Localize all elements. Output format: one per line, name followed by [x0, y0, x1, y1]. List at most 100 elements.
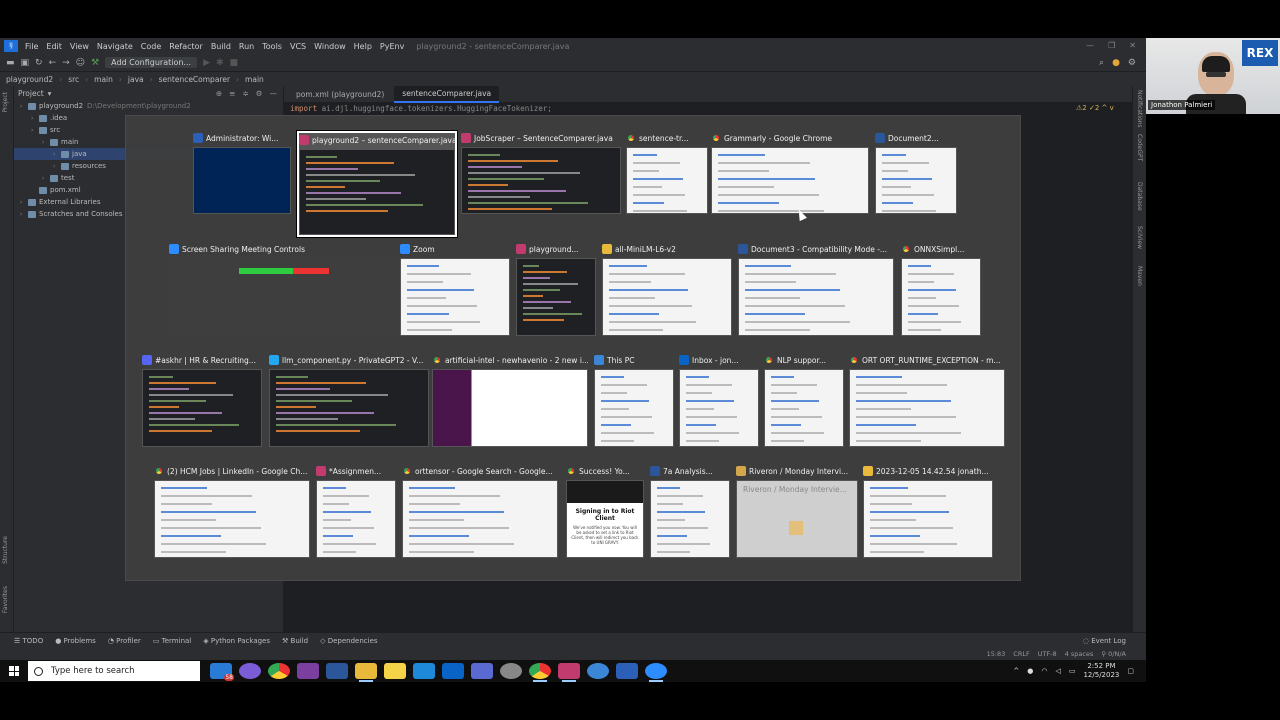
- tree-toggle-icon[interactable]: ›: [31, 127, 39, 134]
- switcher-window[interactable]: #askhr | HR & Recruiting...: [142, 353, 262, 447]
- switcher-window[interactable]: Screen Sharing Meeting Controls: [169, 242, 399, 336]
- maven-tool-tab[interactable]: Maven: [1136, 266, 1143, 286]
- breadcrumb-item[interactable]: sentenceComparer: [159, 75, 230, 84]
- zoom-icon[interactable]: [645, 663, 667, 682]
- close-icon[interactable]: ✕: [1129, 38, 1136, 54]
- tree-toggle-icon[interactable]: ›: [20, 199, 28, 206]
- chevron-down-icon[interactable]: ▾: [48, 89, 52, 98]
- switcher-window[interactable]: ONNXSimpl...: [901, 242, 981, 336]
- breadcrumb-item[interactable]: main: [245, 75, 264, 84]
- switcher-window[interactable]: (2) HCM Jobs | LinkedIn - Google Ch...: [154, 464, 310, 558]
- intellij-icon[interactable]: IJ: [4, 40, 18, 52]
- switcher-window[interactable]: Riveron / Monday Intervi... Riveron / Mon…: [736, 464, 858, 558]
- add-configuration-button[interactable]: Add Configuration...: [105, 57, 198, 68]
- tree-toggle-icon[interactable]: ›: [20, 103, 28, 110]
- keyboard-icon[interactable]: ▭: [1069, 667, 1076, 675]
- notifications-tool-tab[interactable]: Notifications: [1136, 90, 1143, 128]
- switcher-window[interactable]: JobScraper – SentenceComparer.java: [461, 131, 621, 214]
- tool-python-packages[interactable]: ◈ Python Packages: [203, 637, 270, 645]
- hide-icon[interactable]: —: [270, 89, 278, 98]
- database-tool-tab[interactable]: Database: [1136, 182, 1143, 211]
- switcher-window[interactable]: playground...: [516, 242, 596, 336]
- folder-icon[interactable]: ▬: [6, 58, 15, 68]
- breadcrumb-item[interactable]: main: [94, 75, 113, 84]
- sigma-icon[interactable]: [587, 663, 609, 679]
- switcher-window[interactable]: playground2 – sentenceComparer.java: [296, 130, 458, 238]
- widgets-icon[interactable]: 58: [210, 663, 234, 681]
- user-icon[interactable]: ☺: [76, 58, 85, 68]
- menu-refactor[interactable]: Refactor: [165, 42, 207, 51]
- tool-todo[interactable]: ☰ TODO: [14, 637, 43, 645]
- vscode-icon[interactable]: [413, 663, 435, 679]
- tree-toggle-icon[interactable]: ›: [53, 151, 61, 158]
- menu-run[interactable]: Run: [235, 42, 258, 51]
- menu-file[interactable]: File: [21, 42, 42, 51]
- switcher-window[interactable]: llm_component.py - PrivateGPT2 - V...: [269, 353, 429, 447]
- notifications-icon[interactable]: ▢: [1127, 667, 1134, 675]
- tool-dependencies[interactable]: ◇ Dependencies: [320, 637, 377, 645]
- tool-profiler[interactable]: ◔ Profiler: [108, 637, 141, 645]
- status-line-ending[interactable]: CRLF: [1013, 650, 1029, 658]
- tree-toggle-icon[interactable]: ›: [20, 211, 28, 218]
- save-icon[interactable]: ▣: [21, 58, 30, 68]
- menu-navigate[interactable]: Navigate: [93, 42, 137, 51]
- tool-problems[interactable]: ● Problems: [55, 637, 96, 645]
- switcher-window[interactable]: orttensor - Google Search - Google...: [402, 464, 558, 558]
- inspection-widget[interactable]: ⚠2 ✓2 ^ v: [1076, 104, 1114, 112]
- updates-icon[interactable]: ●: [1112, 58, 1120, 68]
- tray-chevron-icon[interactable]: ^: [1013, 667, 1019, 675]
- chrome-alt-icon[interactable]: [239, 663, 261, 679]
- run-icon[interactable]: ▶: [203, 58, 210, 68]
- switcher-window[interactable]: 2023-12-05 14.42.54 jonath...: [863, 464, 993, 558]
- switcher-window[interactable]: Inbox - jon...: [679, 353, 759, 447]
- clock[interactable]: 2:52 PM 12/5/2023: [1083, 662, 1119, 680]
- forward-icon[interactable]: →: [62, 58, 70, 68]
- switcher-window[interactable]: *Assignmen...: [316, 464, 396, 558]
- menu-code[interactable]: Code: [137, 42, 165, 51]
- switcher-window[interactable]: Grammarly - Google Chrome: [711, 131, 869, 214]
- switcher-window[interactable]: 7a Analysis...: [650, 464, 730, 558]
- project-title[interactable]: Project: [18, 89, 44, 98]
- back-icon[interactable]: ←: [49, 58, 57, 68]
- tree-toggle-icon[interactable]: ›: [53, 163, 61, 170]
- structure-tool-tab[interactable]: Structure: [2, 536, 9, 564]
- chrome-active-icon[interactable]: [529, 663, 551, 682]
- stop-icon[interactable]: ■: [230, 58, 239, 68]
- debug-icon[interactable]: ✱: [216, 58, 224, 68]
- expand-all-icon[interactable]: ≡: [229, 89, 235, 98]
- microphone-icon[interactable]: ●: [1027, 667, 1033, 675]
- switcher-window[interactable]: Success! Yo... Signing in to Riot Client W…: [566, 464, 644, 558]
- file-explorer-icon[interactable]: [355, 663, 377, 682]
- menu-view[interactable]: View: [66, 42, 93, 51]
- menu-help[interactable]: Help: [350, 42, 376, 51]
- favorites-tool-tab[interactable]: Favorites: [2, 586, 9, 613]
- tab-sentence-comparer[interactable]: sentenceComparer.java: [394, 85, 500, 103]
- status-indent[interactable]: 4 spaces: [1065, 650, 1094, 658]
- sticky-notes-icon[interactable]: [384, 663, 406, 679]
- tool-terminal[interactable]: ▭ Terminal: [153, 637, 191, 645]
- gear-icon[interactable]: ⚙: [256, 89, 263, 98]
- menu-window[interactable]: Window: [310, 42, 350, 51]
- switcher-window[interactable]: NLP suppor...: [764, 353, 844, 447]
- menu-pyenv[interactable]: PyEnv: [376, 42, 408, 51]
- tree-toggle-icon[interactable]: ›: [31, 115, 39, 122]
- menu-build[interactable]: Build: [207, 42, 235, 51]
- collapse-all-icon[interactable]: ≑: [242, 89, 248, 98]
- status-position[interactable]: 15:83: [987, 650, 1006, 658]
- breadcrumb-item[interactable]: playground2: [6, 75, 53, 84]
- tab-pom-xml[interactable]: pom.xml (playground2): [288, 87, 392, 102]
- switcher-window[interactable]: ORT ORT_RUNTIME_EXCEPTION - m...: [849, 353, 1005, 447]
- status-encoding[interactable]: UTF-8: [1038, 650, 1057, 658]
- outlook-icon[interactable]: [442, 663, 464, 679]
- breadcrumb-item[interactable]: java: [128, 75, 144, 84]
- switcher-window[interactable]: This PC: [594, 353, 674, 447]
- teams-icon[interactable]: [471, 663, 493, 679]
- sciview-tool-tab[interactable]: SciView: [1136, 226, 1143, 249]
- tool-build[interactable]: ⚒ Build: [282, 637, 308, 645]
- menu-tools[interactable]: Tools: [258, 42, 286, 51]
- menu-edit[interactable]: Edit: [42, 42, 66, 51]
- onenote-icon[interactable]: [297, 663, 319, 679]
- switcher-window[interactable]: artificial-intel - newhavenio - 2 new i.…: [432, 353, 588, 447]
- tree-toggle-icon[interactable]: ›: [42, 139, 50, 146]
- status-extra[interactable]: ⚲ 0/N/A: [1101, 650, 1126, 658]
